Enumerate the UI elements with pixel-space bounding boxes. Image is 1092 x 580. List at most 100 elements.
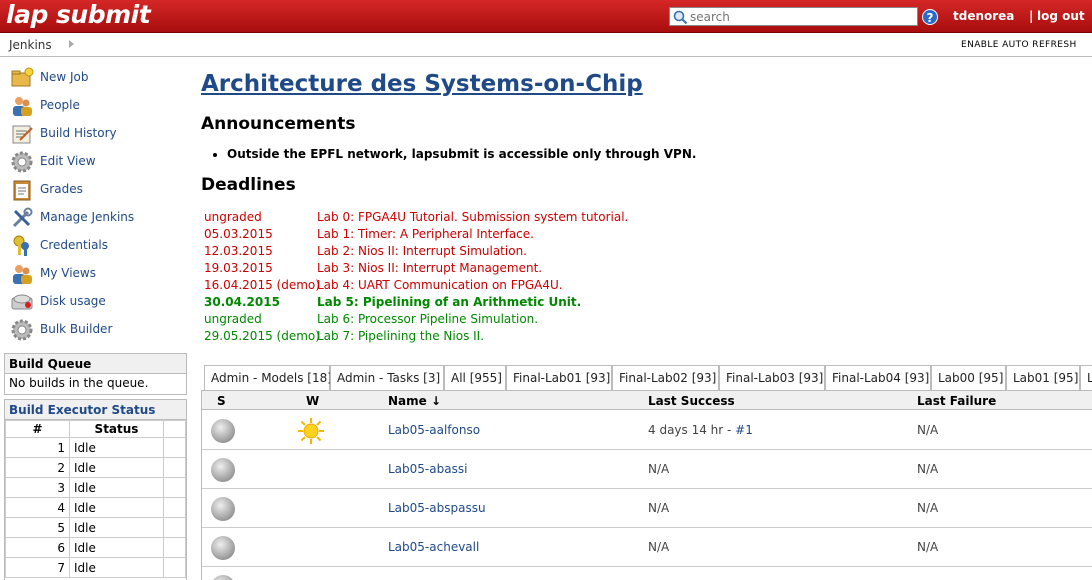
task-label[interactable]: People — [40, 98, 80, 112]
col-name[interactable]: Name ↓ — [388, 394, 441, 408]
executor-extra — [163, 537, 186, 558]
table-row: 1 Idle — [5, 437, 186, 458]
deadline-date: 29.05.2015 (demo) — [204, 329, 320, 343]
table-row: 6 Idle — [5, 537, 186, 558]
build-queue-title: Build Queue — [5, 354, 186, 374]
task-bulk-builder[interactable]: Bulk Builder — [10, 318, 180, 342]
table-row: 3 Idle — [5, 477, 186, 498]
table-header: S W Name ↓ Last Success Last Failure — [202, 391, 1092, 410]
job-link[interactable]: Lab05-aalfonso — [388, 423, 480, 437]
executor-col-num: # — [5, 420, 70, 438]
tab-final-lab02[interactable]: Final-Lab02 [93] — [612, 365, 719, 391]
task-label[interactable]: New Job — [40, 70, 89, 84]
last-success: N/A — [648, 501, 670, 515]
col-last-failure[interactable]: Last Failure — [917, 394, 996, 408]
executor-status: Idle — [69, 537, 164, 558]
build-executor-panel: Build Executor Status # Status 1 Idle 2 … — [4, 399, 187, 580]
deadline-lab: Lab 7: Pipelining the Nios II. — [317, 329, 485, 343]
table-row: Lab05-aalfonso 4 days 14 hr - #1 N/A — [202, 411, 1092, 450]
search-box[interactable] — [669, 7, 918, 26]
task-credentials[interactable]: Credentials — [10, 234, 180, 258]
col-status[interactable]: S — [217, 394, 226, 408]
executor-num: 7 — [5, 557, 70, 578]
executor-status: Idle — [69, 517, 164, 538]
task-people[interactable]: People — [10, 94, 180, 118]
header-separator: | — [1029, 9, 1034, 23]
top-header: lap submit ? tdenorea | log out — [0, 0, 1092, 33]
task-edit-view[interactable]: Edit View — [10, 150, 180, 174]
task-label[interactable]: Edit View — [40, 154, 96, 168]
breadcrumb-jenkins[interactable]: Jenkins — [9, 38, 52, 52]
task-label[interactable]: Grades — [40, 182, 83, 196]
deadline-date: ungraded — [204, 312, 262, 326]
executor-status: Idle — [69, 497, 164, 518]
task-my-views[interactable]: My Views — [10, 262, 180, 286]
tab-all[interactable]: All [955] — [444, 365, 506, 391]
task-label[interactable]: My Views — [40, 266, 96, 280]
executor-table: # Status 1 Idle 2 Idle 3 Idle 4 Idle 5 I… — [5, 420, 186, 578]
list-item: Outside the EPFL network, lapsubmit is a… — [227, 147, 696, 161]
deadline-lab: Lab 2: Nios II: Interrupt Simulation. — [317, 244, 527, 258]
projects-table: S W Name ↓ Last Success Last Failure Lab… — [201, 390, 1092, 580]
deadline-lab: Lab 3: Nios II: Interrupt Management. — [317, 261, 543, 275]
tab-final-lab01[interactable]: Final-Lab01 [93] — [506, 365, 612, 391]
build-executor-link[interactable]: Build Executor Status — [9, 403, 155, 417]
table-row: Lab05-abassi N/A N/A — [202, 450, 1092, 489]
task-label[interactable]: Manage Jenkins — [40, 210, 134, 224]
search-input[interactable] — [690, 9, 914, 24]
job-link[interactable]: Lab05-abspassu — [388, 501, 486, 515]
task-new-job[interactable]: New Job — [10, 66, 180, 90]
logo[interactable]: lap submit — [6, 0, 151, 29]
tab-admin-tasks[interactable]: Admin - Tasks [3] — [330, 365, 444, 391]
last-success-text: 4 days 14 hr - — [648, 423, 736, 437]
executor-extra — [163, 437, 186, 458]
tab-final-lab04[interactable]: Final-Lab04 [93] — [825, 365, 931, 391]
page-title[interactable]: Architecture des Systems-on-Chip — [201, 71, 643, 97]
deadline-date: 16.04.2015 (demo) — [204, 278, 320, 292]
logout-link[interactable]: log out — [1037, 9, 1085, 23]
tab-lab00[interactable]: Lab00 [95] — [931, 365, 1006, 391]
deadline-lab: Lab 6: Processor Pipeline Simulation. — [317, 312, 539, 326]
task-manage-jenkins[interactable]: Manage Jenkins — [10, 206, 180, 230]
executor-extra — [163, 477, 186, 498]
deadline-lab: Lab 1: Timer: A Peripheral Interface. — [317, 227, 534, 241]
job-link[interactable]: Lab05-achevall — [388, 540, 479, 554]
task-label[interactable]: Credentials — [40, 238, 108, 252]
deadline-date: 12.03.2015 — [204, 244, 273, 258]
deadline-date: 05.03.2015 — [204, 227, 273, 241]
tab-lab01[interactable]: Lab01 [95] — [1006, 365, 1080, 391]
tab-final-lab03[interactable]: Final-Lab03 [93] — [719, 365, 825, 391]
build-link[interactable]: #1 — [735, 423, 753, 437]
sunny-icon — [298, 418, 324, 444]
task-build-history[interactable]: Build History — [10, 122, 180, 146]
task-label[interactable]: Build History — [40, 126, 117, 140]
tab-admin-models[interactable]: Admin - Models [18] — [204, 365, 332, 391]
chevron-right-icon[interactable] — [69, 40, 74, 48]
announcements-list: Outside the EPFL network, lapsubmit is a… — [227, 147, 696, 161]
task-label[interactable]: Bulk Builder — [40, 322, 112, 336]
build-queue-panel: Build Queue No builds in the queue. — [4, 353, 187, 395]
executor-num: 6 — [5, 537, 70, 558]
executor-col-status: Status — [69, 420, 164, 438]
task-grades[interactable]: Grades — [10, 178, 180, 202]
tab-more[interactable]: L — [1080, 365, 1092, 391]
task-label[interactable]: Disk usage — [40, 294, 106, 308]
col-weather[interactable]: W — [306, 394, 319, 408]
deadline-lab: Lab 0: FPGA4U Tutorial. Submission syste… — [317, 210, 629, 224]
executor-status: Idle — [69, 457, 164, 478]
job-link[interactable]: Lab05-abassi — [388, 462, 467, 476]
col-last-success[interactable]: Last Success — [648, 394, 735, 408]
help-icon[interactable]: ? — [922, 9, 938, 25]
announcements-heading: Announcements — [201, 114, 356, 134]
executor-status: Idle — [69, 477, 164, 498]
executor-extra — [163, 497, 186, 518]
new-job-icon — [11, 67, 34, 87]
executor-extra — [163, 457, 186, 478]
tools-icon — [12, 207, 33, 228]
task-disk-usage[interactable]: Disk usage — [10, 290, 180, 314]
last-failure: N/A — [917, 462, 939, 476]
build-executor-title: Build Executor Status — [5, 400, 186, 420]
enable-auto-refresh-link[interactable]: ENABLE AUTO REFRESH — [961, 40, 1077, 50]
user-link[interactable]: tdenorea — [953, 9, 1014, 23]
last-failure: N/A — [917, 540, 939, 554]
